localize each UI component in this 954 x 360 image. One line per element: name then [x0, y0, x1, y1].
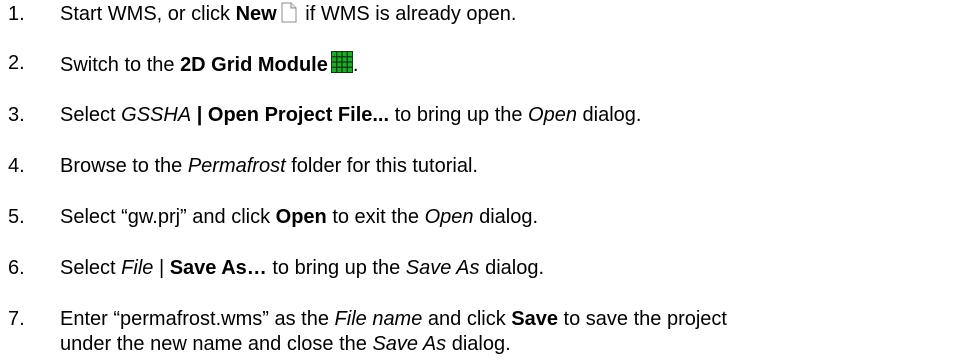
step-text-segment: if WMS is already open.	[299, 3, 517, 25]
step-text-line: Enter “permafrost.wms” as the File name …	[60, 307, 950, 331]
step-number: 2.	[8, 52, 25, 74]
permafrost-folder-label: Permafrost	[187, 155, 286, 177]
file-name-field-label: File name	[334, 308, 423, 330]
step-text: Select GSSHA | Open Project File... to b…	[60, 103, 950, 127]
step-text: Enter “permafrost.wms” as the File name …	[60, 307, 950, 356]
step-text-segment: and click	[422, 308, 512, 330]
save-button-label: Save	[511, 308, 558, 330]
new-command-label: New	[235, 3, 277, 25]
step-number: 5.	[8, 206, 25, 228]
open-button-label: Open	[275, 206, 327, 228]
step-text-segment: Enter “permafrost.wms” as the	[60, 308, 335, 330]
step-text-segment: to bring up the	[266, 257, 406, 279]
step-text-segment: under the new name and close the	[60, 333, 373, 355]
step-text-segment: dialog.	[446, 333, 511, 355]
step-text-segment: folder for this tutorial.	[285, 155, 478, 177]
step-number: 1.	[8, 3, 25, 25]
step-text-segment: Switch to the	[60, 54, 181, 76]
step-text-segment: dialog.	[479, 257, 545, 279]
step-text-segment: dialog.	[576, 104, 642, 126]
step-text-segment: to bring up the	[389, 104, 529, 126]
step-text-segment: to save the project	[558, 308, 727, 330]
open-dialog-label: Open	[528, 104, 577, 126]
step-text-segment: .	[352, 54, 359, 76]
step-text-segment: to exit the	[326, 206, 425, 228]
step-number: 7.	[8, 308, 25, 330]
2d-grid-module-label: 2D Grid Module	[180, 54, 328, 76]
step-number: 4.	[8, 155, 25, 177]
step-number: 6.	[8, 257, 25, 279]
step-text-segment: Select “gw.prj” and click	[60, 206, 276, 228]
new-file-icon	[281, 2, 297, 23]
step-text-segment: dialog.	[473, 206, 539, 228]
2d-grid-module-icon	[330, 51, 353, 73]
step-text-line: under the new name and close the Save As…	[60, 332, 950, 356]
step-text-segment: Select	[60, 257, 122, 279]
step-text: Select “gw.prj” and click Open to exit t…	[60, 205, 950, 229]
step-text-segment: Start WMS, or click	[60, 3, 236, 25]
step-text: Switch to the 2D Grid Module.	[60, 51, 950, 77]
file-menu-label: File	[121, 257, 154, 279]
open-project-file-command: | Open Project File...	[191, 104, 390, 126]
step-number: 3.	[8, 104, 25, 126]
save-as-command: Save As…	[169, 257, 267, 279]
save-as-dialog-label: Save As	[372, 333, 447, 355]
step-text: Browse to the Permafrost folder for this…	[60, 154, 950, 178]
step-text-segment: Browse to the	[60, 155, 188, 177]
open-dialog-label: Open	[424, 206, 474, 228]
gssha-menu-label: GSSHA	[121, 104, 192, 126]
save-as-dialog-label: Save As	[405, 257, 480, 279]
step-text-segment: Select	[60, 104, 122, 126]
step-text: Start WMS, or click New if WMS is alread…	[60, 2, 950, 26]
step-text: Select File | Save As… to bring up the S…	[60, 256, 950, 280]
step-text-segment: |	[153, 257, 170, 279]
